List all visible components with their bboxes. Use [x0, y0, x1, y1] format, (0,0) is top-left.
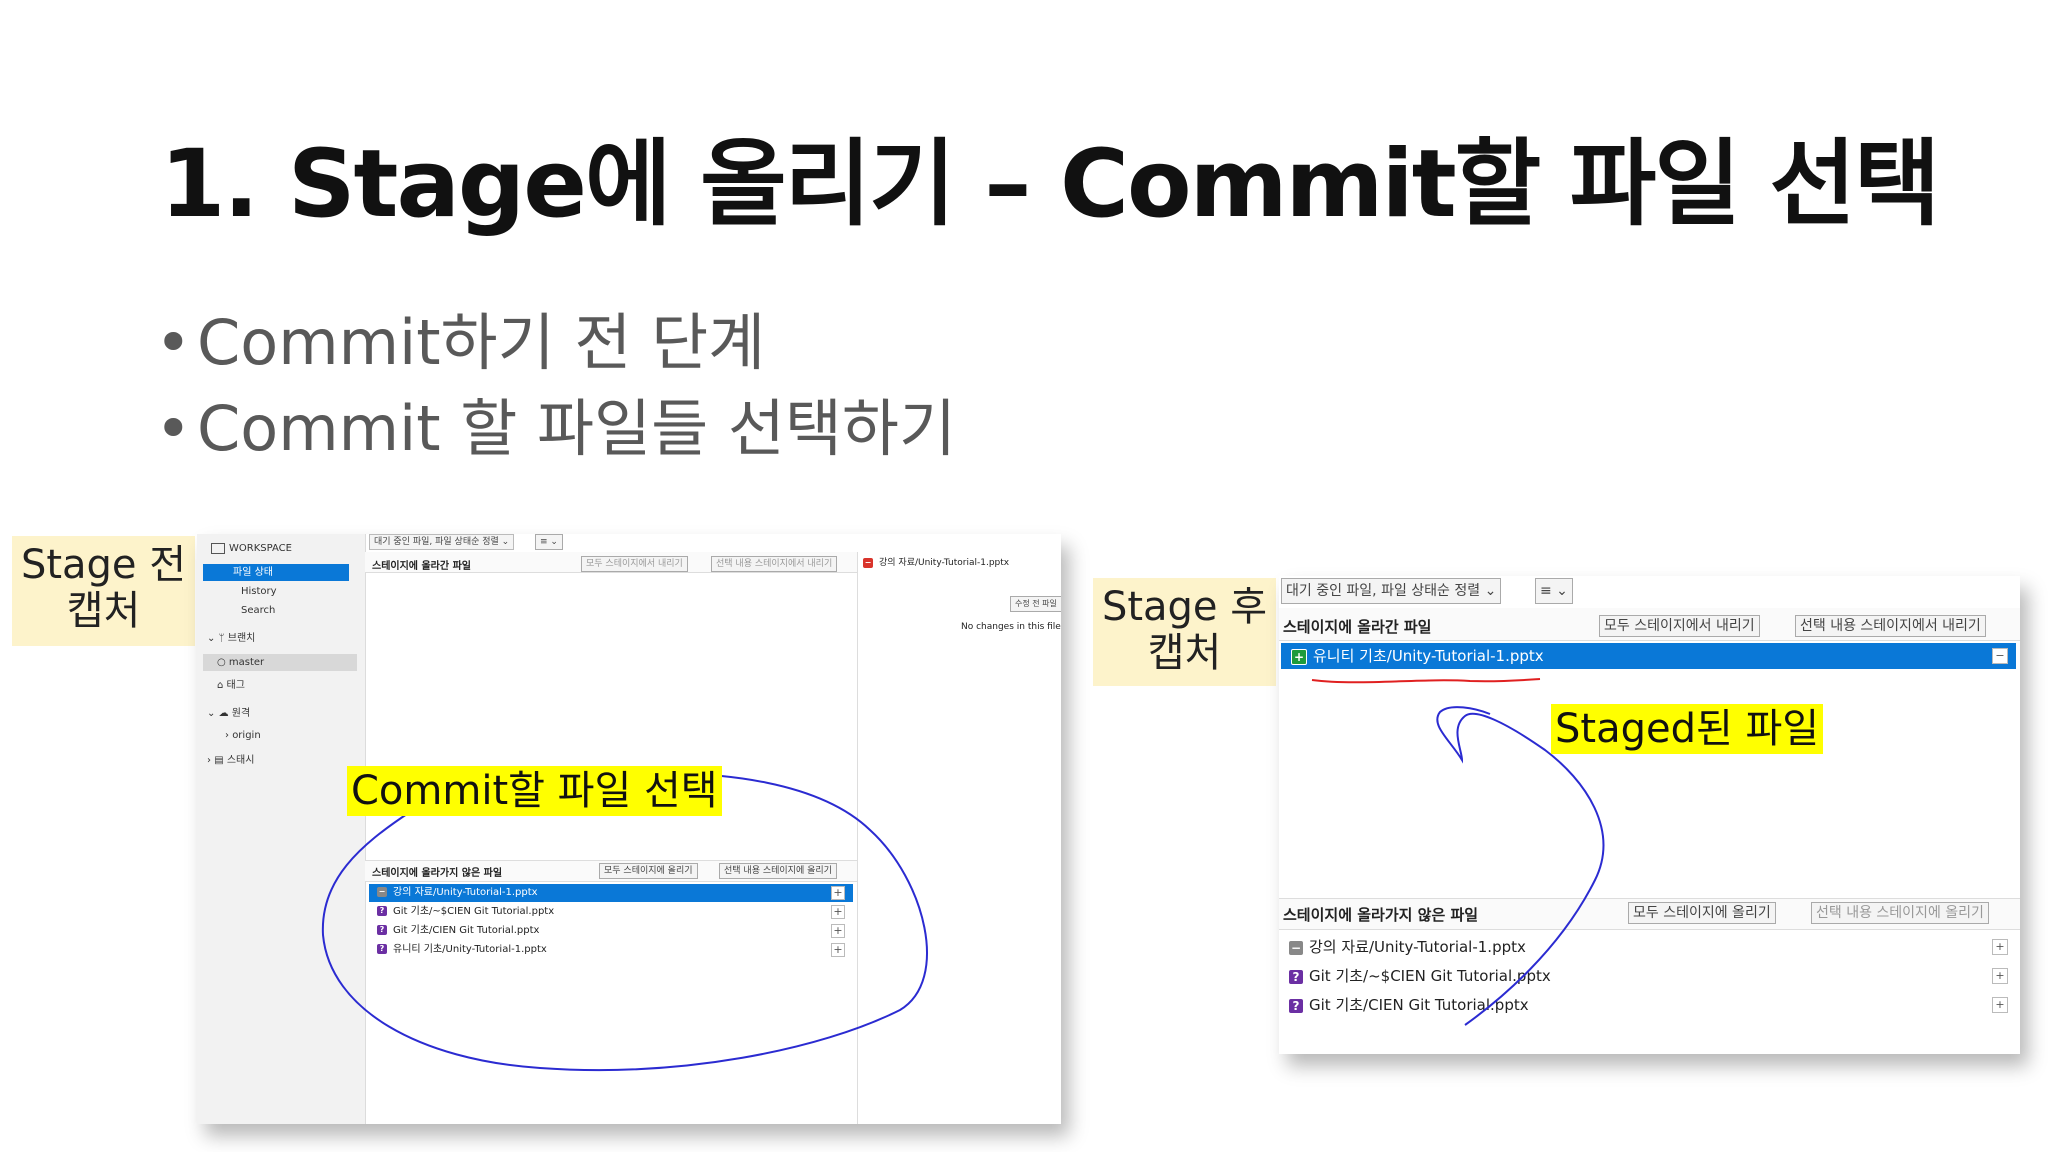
sidebar-item-file-status[interactable]: 파일 상태	[203, 564, 349, 581]
slide-title: 1. Stage에 올리기 – Commit할 파일 선택	[160, 130, 1941, 239]
sidebar-item-stash[interactable]: › ▤ 스태시	[207, 752, 254, 770]
stage-plus-icon[interactable]: +	[831, 943, 845, 957]
stash-icon: ▤	[214, 755, 227, 766]
stage-selected-button[interactable]: 선택 내용 스테이지에 올리기	[1811, 902, 1989, 924]
sidebar-item-remotes[interactable]: ⌄ ☁ 원격	[207, 705, 250, 723]
stage-selected-button[interactable]: 선택 내용 스테이지에 올리기	[719, 863, 837, 879]
sidebar-item-history[interactable]: History	[241, 583, 277, 601]
untracked-file-icon: ?	[1289, 969, 1303, 984]
no-changes-text: No changes in this file	[961, 622, 1061, 632]
monitor-icon	[211, 542, 225, 554]
cloud-icon: ☁	[218, 708, 232, 719]
unstage-selected-button[interactable]: 선택 내용 스테이지에서 내리기	[1795, 615, 1986, 637]
diff-file-header: − 강의 자료/Unity-Tutorial-1.pptx	[863, 557, 1010, 568]
view-mode-button[interactable]: ≡ ⌄	[535, 534, 563, 550]
stage-all-button[interactable]: 모두 스테이지에 올리기	[1628, 902, 1776, 924]
removed-file-icon: −	[377, 887, 387, 897]
added-file-icon: +	[1291, 648, 1307, 665]
pane-divider	[857, 552, 858, 1124]
unstaged-file-row[interactable]: ? Git 기초/CIEN Git Tutorial.pptx +	[369, 922, 853, 940]
stage-plus-icon[interactable]: +	[831, 886, 845, 900]
staged-header: 스테이지에 올라간 파일	[372, 561, 471, 572]
bullet-item: •Commit 할 파일들 선택하기	[155, 386, 956, 472]
highlight-staged-files: Staged된 파일	[1551, 704, 1824, 754]
unstage-selected-button[interactable]: 선택 내용 스테이지에서 내리기	[711, 556, 838, 572]
minus-icon: −	[863, 557, 873, 568]
note-before: Stage 전 캡처	[12, 536, 195, 646]
sort-dropdown[interactable]: 대기 중인 파일, 파일 상태순 정렬 ⌄	[1281, 578, 1502, 604]
stage-plus-icon[interactable]: +	[831, 924, 845, 938]
stage-plus-icon[interactable]: +	[1992, 968, 2008, 984]
untracked-file-icon: ?	[377, 944, 387, 954]
bullet-dot: •	[155, 392, 192, 465]
unstage-minus-icon[interactable]: −	[1992, 648, 2008, 664]
untracked-file-icon: ?	[1289, 998, 1303, 1013]
diff-before-button[interactable]: 수정 전 파일	[1010, 596, 1061, 612]
sidebar-item-branches[interactable]: ⌄ ᛘ 브랜치	[207, 630, 255, 648]
bullet-item: •Commit하기 전 단계	[155, 300, 956, 386]
bullet-dot: •	[155, 306, 192, 379]
stage-plus-icon[interactable]: +	[831, 905, 845, 919]
bullet-list: •Commit하기 전 단계 •Commit 할 파일들 선택하기	[155, 300, 956, 472]
highlight-commit-select: Commit할 파일 선택	[347, 766, 722, 816]
sidebar-item-tags[interactable]: ⌂ 태그	[217, 677, 245, 695]
screenshot-after: 대기 중인 파일, 파일 상태순 정렬 ⌄ ≡ ⌄ 스테이지에 올라간 파일 모…	[1279, 576, 2020, 1054]
stage-all-button[interactable]: 모두 스테이지에 올리기	[599, 863, 698, 879]
unstaged-file-row[interactable]: ? Git 기초/~$CIEN Git Tutorial.pptx +	[1289, 963, 2016, 989]
unstage-all-button[interactable]: 모두 스테이지에서 내리기	[1599, 615, 1760, 637]
unstage-all-button[interactable]: 모두 스테이지에서 내리기	[581, 556, 688, 572]
removed-file-icon: −	[1289, 940, 1303, 955]
sidebar: WORKSPACE 파일 상태 History Search ⌄ ᛘ 브랜치 ○…	[197, 534, 366, 1124]
unstaged-file-row[interactable]: ? Git 기초/~$CIEN Git Tutorial.pptx +	[369, 903, 853, 921]
stage-plus-icon[interactable]: +	[1992, 939, 2008, 955]
note-after: Stage 후 캡처	[1093, 578, 1276, 686]
bullet-text: Commit하기 전 단계	[197, 306, 766, 379]
tag-icon: ⌂	[217, 680, 227, 691]
chevron-down-icon: ⌄	[207, 633, 219, 644]
view-mode-button[interactable]: ≡ ⌄	[1535, 578, 1573, 604]
staged-header: 스테이지에 올라간 파일	[1283, 618, 1432, 636]
untracked-file-icon: ?	[377, 925, 387, 935]
bullet-text: Commit 할 파일들 선택하기	[197, 392, 956, 465]
remote-origin[interactable]: › origin	[225, 727, 261, 745]
chevron-down-icon: ⌄	[207, 708, 219, 719]
staged-file-row[interactable]: + 유니티 기초/Unity-Tutorial-1.pptx −	[1281, 643, 2016, 669]
unstaged-header: 스테이지에 올라가지 않은 파일	[372, 868, 503, 879]
sort-dropdown[interactable]: 대기 중인 파일, 파일 상태순 정렬 ⌄	[369, 534, 515, 550]
workspace-label: WORKSPACE	[211, 540, 292, 558]
unstaged-file-row[interactable]: ? Git 기초/CIEN Git Tutorial.pptx +	[1289, 992, 2016, 1018]
stage-plus-icon[interactable]: +	[1992, 997, 2008, 1013]
sidebar-item-search[interactable]: Search	[241, 602, 275, 620]
unstaged-file-row[interactable]: − 강의 자료/Unity-Tutorial-1.pptx +	[1289, 934, 2016, 960]
screenshot-before: WORKSPACE 파일 상태 History Search ⌄ ᛘ 브랜치 ○…	[197, 534, 1061, 1124]
untracked-file-icon: ?	[377, 906, 387, 916]
branch-master[interactable]: ○ master	[203, 654, 357, 671]
unstaged-file-row[interactable]: ? 유니티 기초/Unity-Tutorial-1.pptx +	[369, 941, 853, 959]
circle-icon: ○	[217, 657, 229, 668]
branch-icon: ᛘ	[218, 633, 228, 644]
unstaged-header: 스테이지에 올라가지 않은 파일	[1283, 906, 1479, 924]
unstaged-file-row[interactable]: − 강의 자료/Unity-Tutorial-1.pptx +	[369, 884, 853, 902]
